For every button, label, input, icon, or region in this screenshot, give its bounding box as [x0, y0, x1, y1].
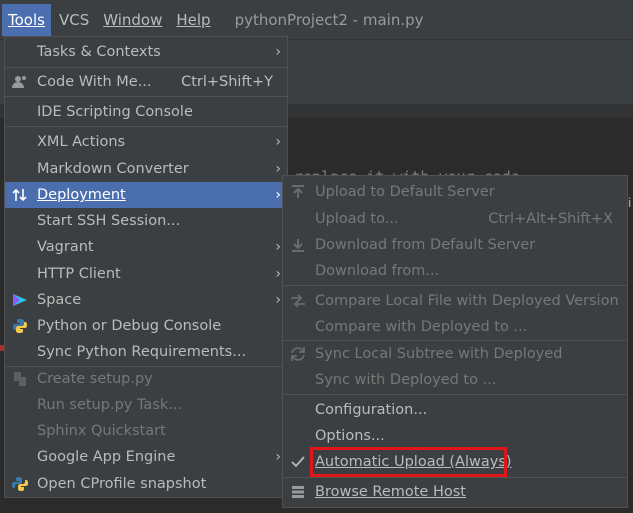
menu-item-sync-with-deployed: Sync with Deployed to ... — [283, 367, 627, 393]
menu-item-label: Create setup.py — [37, 371, 153, 387]
menu-item-compare-with-deployed: Compare with Deployed to ... — [283, 314, 627, 340]
menu-bar: Tools VCS Window Help pythonProject2 - m… — [0, 0, 633, 40]
menu-item-label: Upload to Default Server — [315, 184, 495, 200]
menu-item-label: Browse Remote Host — [315, 484, 466, 500]
menu-help-label: Help — [176, 10, 211, 29]
menu-item-google-app-engine[interactable]: Google App Engine › — [5, 444, 287, 470]
chevron-right-icon: › — [275, 134, 281, 150]
separator — [5, 126, 287, 127]
python-icon — [11, 318, 29, 334]
menu-item-label: Space — [37, 292, 82, 308]
menu-item-deployment[interactable]: Deployment › — [5, 182, 287, 208]
menu-item-label: Tasks & Contexts — [37, 44, 161, 60]
menu-item-download-from: Download from... — [283, 258, 627, 284]
menu-item-label: Code With Me... — [37, 74, 152, 90]
menu-item-code-with-me[interactable]: Code With Me... Ctrl+Shift+Y — [5, 69, 287, 95]
menu-vcs[interactable]: VCS — [53, 4, 95, 36]
menu-item-http-client[interactable]: HTTP Client › — [5, 261, 287, 287]
space-icon — [11, 292, 29, 308]
menu-tools[interactable]: Tools — [2, 3, 51, 36]
menu-item-label: Download from Default Server — [315, 237, 536, 253]
menu-item-sphinx-quickstart: Sphinx Quickstart — [5, 418, 287, 444]
code-with-me-icon — [11, 74, 29, 90]
menu-tools-label: Tools — [8, 10, 45, 29]
menu-item-space[interactable]: Space › — [5, 287, 287, 313]
menu-item-label: Sync Python Requirements... — [37, 344, 247, 360]
menu-item-xml-actions[interactable]: XML Actions › — [5, 129, 287, 155]
menu-item-tasks-contexts[interactable]: Tasks & Contexts › — [5, 39, 287, 65]
separator — [5, 67, 287, 68]
menu-item-label: Run setup.py Task... — [37, 397, 183, 413]
menu-item-markdown-converter[interactable]: Markdown Converter › — [5, 156, 287, 182]
menu-item-label: Options... — [315, 428, 385, 444]
menu-item-label: Sync with Deployed to ... — [315, 372, 497, 388]
menu-item-label: Upload to... — [315, 211, 399, 227]
menu-item-run-setup-py: Run setup.py Task... — [5, 392, 287, 418]
menu-item-label: Start SSH Session... — [37, 213, 181, 229]
shortcut-label: Ctrl+Shift+Y — [181, 74, 273, 90]
compare-icon — [289, 293, 307, 309]
chevron-right-icon: › — [275, 187, 281, 203]
menu-item-configuration[interactable]: Configuration... — [283, 397, 627, 423]
menu-item-label: Sync Local Subtree with Deployed — [315, 346, 563, 362]
menu-item-label: Google App Engine — [37, 449, 176, 465]
menu-item-open-cprofile[interactable]: Open CProfile snapshot — [5, 471, 287, 497]
checkmark-icon — [289, 454, 307, 470]
menu-item-label: Open CProfile snapshot — [37, 476, 207, 492]
editor-edge-char: i — [628, 196, 632, 210]
menu-item-compare-local: Compare Local File with Deployed Version — [283, 288, 627, 314]
menu-item-upload-default: Upload to Default Server — [283, 179, 627, 205]
download-icon — [289, 237, 307, 253]
menu-item-label: IDE Scripting Console — [37, 104, 193, 120]
menu-item-label: Deployment — [37, 187, 126, 203]
highlight-callout — [310, 447, 507, 477]
setup-icon — [11, 371, 29, 387]
menu-item-start-ssh[interactable]: Start SSH Session... — [5, 208, 287, 234]
window-title: pythonProject2 - main.py — [234, 10, 424, 29]
menu-item-label: Markdown Converter — [37, 161, 189, 177]
tools-menu: Tasks & Contexts › Code With Me... Ctrl+… — [4, 36, 288, 498]
menu-item-upload-to: Upload to... Ctrl+Alt+Shift+X — [283, 206, 627, 232]
menu-item-label: XML Actions — [37, 134, 126, 150]
menu-item-label: HTTP Client — [37, 266, 121, 282]
chevron-right-icon: › — [275, 44, 281, 60]
menu-item-sync-python-requirements[interactable]: Sync Python Requirements... — [5, 339, 287, 365]
chevron-right-icon: › — [275, 292, 281, 308]
menu-item-label: Vagrant — [37, 239, 94, 255]
cprofile-icon — [11, 476, 29, 492]
menu-item-label: Python or Debug Console — [37, 318, 222, 334]
menu-item-label: Compare Local File with Deployed Version — [315, 293, 619, 309]
menu-item-label: Sphinx Quickstart — [37, 423, 166, 439]
chevron-right-icon: › — [275, 449, 281, 465]
menu-item-sync-local-subtree: Sync Local Subtree with Deployed — [283, 341, 627, 367]
chevron-right-icon: › — [275, 161, 281, 177]
menu-item-ide-scripting-console[interactable]: IDE Scripting Console — [5, 99, 287, 125]
separator — [283, 394, 627, 395]
menu-vcs-label: VCS — [58, 10, 90, 29]
menu-item-browse-remote-host[interactable]: Browse Remote Host — [283, 479, 627, 505]
shortcut-label: Ctrl+Alt+Shift+X — [488, 211, 613, 227]
menu-help[interactable]: Help — [170, 4, 216, 36]
sync-icon — [289, 346, 307, 362]
chevron-right-icon: › — [275, 239, 281, 255]
menu-item-create-setup-py: Create setup.py — [5, 366, 287, 392]
menu-item-label: Configuration... — [315, 402, 428, 418]
menu-item-vagrant[interactable]: Vagrant › — [5, 234, 287, 260]
separator — [283, 285, 627, 286]
separator — [5, 96, 287, 97]
menu-item-label: Compare with Deployed to ... — [315, 319, 528, 335]
separator — [283, 477, 627, 478]
chevron-right-icon: › — [275, 266, 281, 282]
browse-remote-icon — [289, 484, 307, 500]
menu-item-download-default: Download from Default Server — [283, 232, 627, 258]
menu-window-label: Window — [103, 10, 163, 29]
menu-item-options[interactable]: Options... — [283, 423, 627, 449]
deployment-icon — [11, 187, 29, 203]
menu-window[interactable]: Window — [97, 4, 168, 36]
menu-item-label: Download from... — [315, 263, 440, 279]
menu-item-python-console[interactable]: Python or Debug Console — [5, 313, 287, 339]
upload-icon — [289, 184, 307, 200]
